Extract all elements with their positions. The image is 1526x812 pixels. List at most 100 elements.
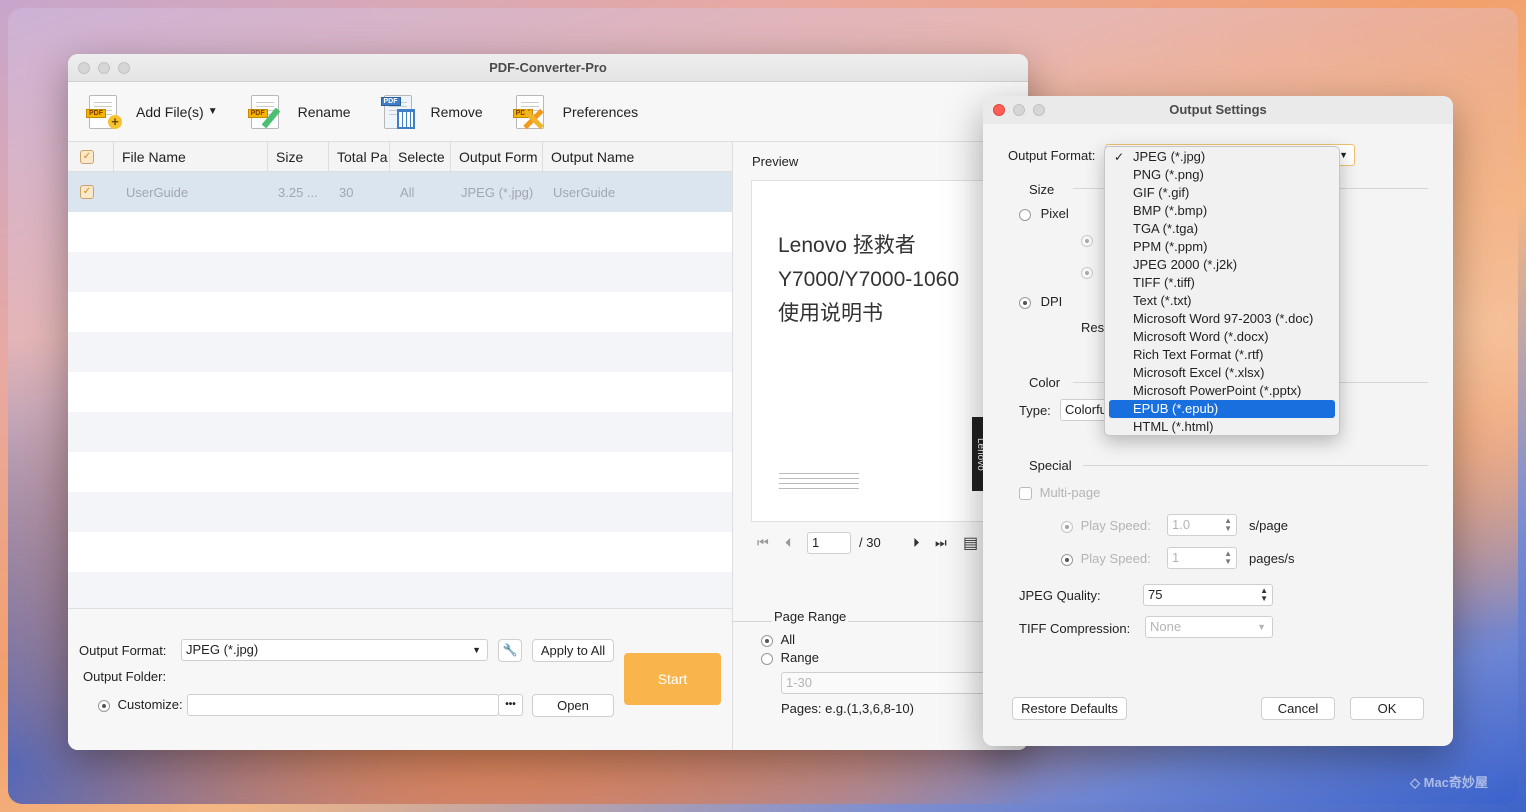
format-option-txt[interactable]: Text (*.txt) [1109,292,1335,310]
column-file-name[interactable]: File Name [114,141,268,172]
column-output-format[interactable]: Output Form [451,141,543,172]
height-radio[interactable] [1081,267,1093,279]
column-size[interactable]: Size [268,141,329,172]
output-format-select[interactable]: JPEG (*.jpg) ▼ [181,639,488,661]
browse-button[interactable]: ••• [498,694,523,716]
customize-label: Customize: [117,697,183,712]
format-option-ppm[interactable]: PPM (*.ppm) [1109,238,1335,256]
remove-button[interactable]: PDF Remove [380,93,483,131]
format-option-epub[interactable]: EPUB (*.epub) [1109,400,1335,418]
play-speed-1-radio[interactable] [1061,520,1073,533]
page-range-label: Page Range [772,609,849,624]
play-speed-1-input[interactable]: 1.0 ▲ ▼ [1167,514,1237,536]
range-all-option[interactable]: All [761,632,795,647]
wrench-icon: 🔧 [502,643,518,657]
format-option-docx[interactable]: Microsoft Word (*.docx) [1109,328,1335,346]
stepper-icon[interactable]: ▲ ▼ [1224,517,1232,533]
format-option-xlsx[interactable]: Microsoft Excel (*.xlsx) [1109,364,1335,382]
jpeg-quality-value: 75 [1148,587,1163,602]
pages-hint: Pages: e.g.(1,3,6,8-10) [781,701,914,716]
ok-button[interactable]: OK [1350,697,1424,720]
select-all-checkbox[interactable]: ✓ [80,149,94,164]
format-option-pptx[interactable]: Microsoft PowerPoint (*.pptx) [1109,382,1335,400]
rename-pdf-icon: PDF [247,93,286,131]
special-divider [1083,465,1428,466]
format-option-label: JPEG (*.jpg) [1133,149,1206,164]
range-custom-option[interactable]: Range [761,650,819,665]
customize-path-field[interactable] [187,694,499,716]
close-button[interactable] [78,62,90,74]
add-files-button[interactable]: PDF + Add File(s) ▼ [86,93,218,131]
dialog-title: Output Settings [1169,102,1267,117]
empty-row [68,572,732,612]
chevron-down-icon: ▼ [207,106,218,117]
dialog-output-format-label: Output Format: [1008,148,1096,163]
file-list-header: ✓ File Name Size Total Pa Selecte Output… [68,141,732,172]
output-format-label: Output Format: [79,643,167,658]
table-row[interactable]: ✓ UserGuide 3.25 ... 30 All JPEG (*.jpg)… [68,172,732,212]
play-speed-2-radio[interactable] [1061,553,1073,566]
dialog-minimize-button[interactable] [1013,104,1025,116]
pixel-option[interactable]: Pixel [1019,206,1069,221]
format-settings-button[interactable]: 🔧 [498,639,522,662]
play-speed-option-1[interactable]: Play Speed: [1061,518,1151,533]
prev-page-icon[interactable]: ⏴ [785,535,792,551]
format-option-html[interactable]: HTML (*.html) [1109,418,1335,436]
preferences-button[interactable]: PDF Preferences [512,93,638,131]
zoom-button[interactable] [118,62,130,74]
rename-button[interactable]: PDF Rename [247,93,351,131]
customize-option[interactable]: Customize: [98,697,183,712]
multi-page-option[interactable]: Multi-page [1019,485,1100,501]
format-option-rtf[interactable]: Rich Text Format (*.rtf) [1109,346,1335,364]
jpeg-quality-input[interactable]: 75 ▲ ▼ [1143,584,1273,606]
dpi-radio[interactable] [1019,296,1031,309]
diamond-icon: ◇ [1410,775,1420,790]
apply-to-all-button[interactable]: Apply to All [532,639,614,662]
open-folder-button[interactable]: Open [532,694,614,717]
tiff-compression-select[interactable]: None ▼ [1145,616,1273,638]
dialog-zoom-button[interactable] [1033,104,1045,116]
start-button[interactable]: Start [624,653,721,705]
column-total-pages[interactable]: Total Pa [329,141,390,172]
page-view-icon[interactable]: ▤ [963,533,978,553]
first-page-icon[interactable]: ⏮ [757,535,769,551]
empty-row [68,372,732,412]
format-option-bmp[interactable]: BMP (*.bmp) [1109,202,1335,220]
stepper-icon[interactable]: ▲ ▼ [1224,550,1232,566]
format-option-doc[interactable]: Microsoft Word 97-2003 (*.doc) [1109,310,1335,328]
last-page-icon[interactable]: ⏭ [935,535,947,551]
all-label: All [780,632,796,647]
page-number-input[interactable]: 1 [807,532,851,554]
customize-radio[interactable] [98,699,110,712]
format-option-tiff[interactable]: TIFF (*.tiff) [1109,274,1335,292]
dialog-window-controls [993,104,1045,116]
format-option-j2k[interactable]: JPEG 2000 (*.j2k) [1109,256,1335,274]
next-page-icon[interactable]: ⏵ [913,535,920,551]
column-selected[interactable]: Selecte [390,141,451,172]
jpeg-quality-label: JPEG Quality: [1019,588,1101,603]
row-checkbox[interactable]: ✓ [80,185,94,199]
format-option-jpeg[interactable]: ✓ JPEG (*.jpg) [1109,148,1335,166]
format-option-tga[interactable]: TGA (*.tga) [1109,220,1335,238]
column-output-name[interactable]: Output Name [543,142,732,172]
play-speed-option-2[interactable]: Play Speed: [1061,551,1151,566]
dialog-close-button[interactable] [993,104,1005,116]
dpi-option[interactable]: DPI [1019,294,1062,309]
cancel-button[interactable]: Cancel [1261,697,1335,720]
pixel-radio[interactable] [1019,208,1031,221]
range-radio[interactable] [761,652,773,665]
preview-page: Lenovo 拯救者 Y7000/Y7000-1060 使用说明书 Lenovo [751,180,1011,522]
width-radio[interactable] [1081,235,1093,247]
output-format-value: JPEG (*.jpg) [186,642,259,657]
play-speed-2-input[interactable]: 1 ▲ ▼ [1167,547,1237,569]
minimize-button[interactable] [98,62,110,74]
row-output-format: JPEG (*.jpg) [461,184,534,200]
all-radio[interactable] [761,634,773,647]
color-type-label: Type: [1019,403,1051,418]
restore-defaults-button[interactable]: Restore Defaults [1012,697,1127,720]
stepper-icon[interactable]: ▲ ▼ [1260,587,1268,603]
format-option-gif[interactable]: GIF (*.gif) [1109,184,1335,202]
multi-page-checkbox[interactable] [1019,487,1032,501]
format-option-png[interactable]: PNG (*.png) [1109,166,1335,184]
empty-row [68,332,732,372]
